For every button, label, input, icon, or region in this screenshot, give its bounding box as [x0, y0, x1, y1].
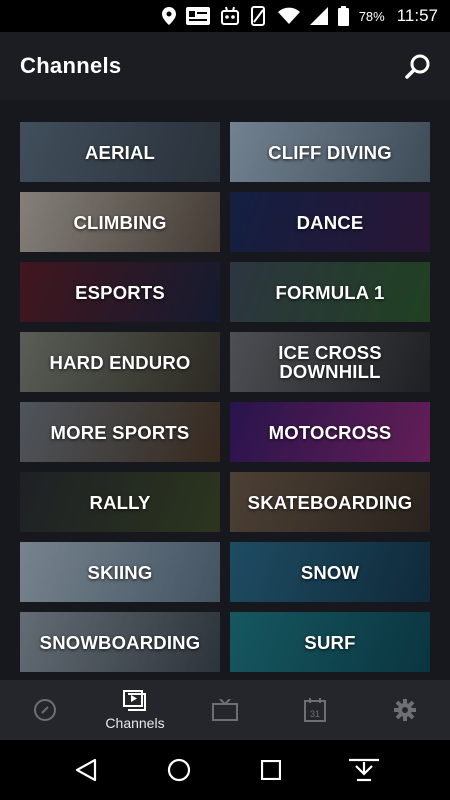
bottom-navigation: Channels 31: [0, 680, 450, 740]
status-bar: 78% 11:57: [0, 0, 450, 32]
calendar-day: 31: [310, 709, 320, 719]
robot-icon: [220, 6, 240, 26]
channel-tile-skiing[interactable]: SKIING: [20, 542, 220, 602]
channel-label: ICE CROSS DOWNHILL: [278, 342, 382, 382]
battery-icon: [337, 6, 349, 26]
channel-label: FORMULA 1: [275, 281, 385, 303]
nav-channels[interactable]: Channels: [95, 680, 175, 740]
recents-icon: [261, 760, 282, 780]
channel-label: SNOWBOARDING: [39, 631, 201, 653]
location-icon: [161, 7, 176, 25]
nav-settings[interactable]: [365, 680, 445, 740]
back-icon: [76, 758, 97, 782]
channel-tile-formula-1[interactable]: FORMULA 1: [230, 262, 430, 322]
channel-label: MORE SPORTS: [50, 421, 190, 443]
clock: 11:57: [396, 6, 438, 25]
nav-tv[interactable]: [185, 680, 265, 740]
channel-label: AERIAL: [84, 141, 156, 163]
channel-label: RALLY: [89, 491, 151, 513]
search-button[interactable]: [404, 52, 432, 80]
channel-tile-skateboarding[interactable]: SKATEBOARDING: [230, 472, 430, 532]
channel-grid: AERIAL CLIFF DIVING CLIMBING DANCE ESPORTS FO…: [20, 122, 430, 672]
channel-tile-more-sports[interactable]: MORE SPORTS: [20, 402, 220, 462]
page-title: Channels: [20, 53, 122, 78]
channel-label: ESPORTS: [75, 281, 165, 303]
channel-label: CLIFF DIVING: [268, 141, 392, 163]
contact-card-icon: [185, 7, 210, 25]
phone-icon: [250, 6, 268, 26]
back-button[interactable]: [66, 750, 106, 790]
calendar-icon: 31: [304, 698, 326, 722]
channel-tile-dance[interactable]: DANCE: [230, 192, 430, 252]
channel-tile-ice-cross-downhill[interactable]: ICE CROSS DOWNHILL: [230, 332, 430, 392]
channels-icon: [123, 689, 146, 711]
app-bar: Channels: [0, 32, 450, 100]
channel-label: SKATEBOARDING: [247, 491, 413, 513]
notifications-button[interactable]: [344, 750, 384, 790]
channel-tile-rally[interactable]: RALLY: [20, 472, 220, 532]
signal-icon: [309, 7, 328, 25]
channel-label: SKIING: [87, 561, 153, 583]
nav-calendar[interactable]: 31: [275, 680, 355, 740]
channel-tile-aerial[interactable]: AERIAL: [20, 122, 220, 182]
wifi-icon: [277, 7, 300, 25]
channel-tile-snow[interactable]: SNOW: [230, 542, 430, 602]
channel-label: SURF: [304, 631, 356, 653]
nav-discover[interactable]: [5, 680, 85, 740]
battery-percentage: 78%: [358, 8, 385, 24]
tv-icon: [212, 699, 238, 721]
channel-label: MOTOCROSS: [268, 421, 392, 443]
home-icon: [167, 758, 190, 782]
gear-icon: [394, 699, 416, 721]
channel-label: SNOW: [300, 561, 360, 583]
channel-label: DANCE: [296, 211, 364, 233]
channel-tile-hard-enduro[interactable]: HARD ENDURO: [20, 332, 220, 392]
system-navigation-bar: [0, 740, 450, 800]
channel-tile-snowboarding[interactable]: SNOWBOARDING: [20, 612, 220, 672]
recents-button[interactable]: [251, 750, 291, 790]
nav-channels-label: Channels: [105, 714, 165, 731]
channel-label: CLIMBING: [73, 211, 167, 233]
channel-tile-cliff-diving[interactable]: CLIFF DIVING: [230, 122, 430, 182]
channel-tile-motocross[interactable]: MOTOCROSS: [230, 402, 430, 462]
search-icon: [405, 54, 430, 79]
channel-label: HARD ENDURO: [49, 351, 191, 373]
home-button[interactable]: [159, 750, 199, 790]
channel-tile-surf[interactable]: SURF: [230, 612, 430, 672]
compass-icon: [34, 699, 56, 721]
channel-tile-climbing[interactable]: CLIMBING: [20, 192, 220, 252]
notifications-icon: [348, 758, 379, 782]
channel-tile-esports[interactable]: ESPORTS: [20, 262, 220, 322]
